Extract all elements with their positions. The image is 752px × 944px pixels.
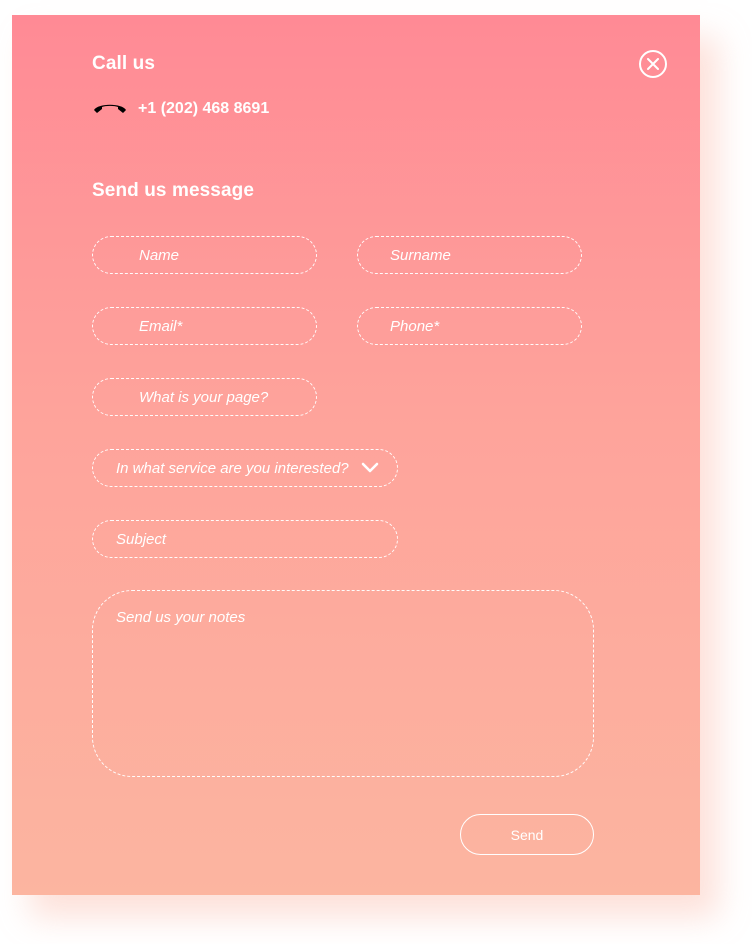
contact-panel: Call us +1 (202) 468 8691 Send us messag… (12, 15, 700, 895)
phone-row: +1 (202) 468 8691 (92, 99, 269, 119)
subject-input[interactable] (92, 520, 398, 558)
phone-number-link[interactable]: +1 (202) 468 8691 (138, 100, 269, 118)
phone-input[interactable] (357, 307, 582, 345)
send-button[interactable]: Send (460, 814, 594, 855)
phone-handset-icon (94, 104, 126, 113)
notes-textarea[interactable] (92, 590, 594, 777)
surname-input[interactable] (357, 236, 582, 274)
chevron-down-icon (361, 462, 379, 473)
name-input[interactable] (92, 236, 317, 274)
service-select-label: In what service are you interested? (116, 460, 349, 477)
send-message-title: Send us message (92, 180, 255, 201)
call-us-title: Call us (92, 53, 155, 74)
service-select[interactable]: In what service are you interested? (92, 449, 398, 487)
email-input[interactable] (92, 307, 317, 345)
page-input[interactable] (92, 378, 317, 416)
close-button[interactable] (639, 50, 667, 78)
close-icon (647, 58, 659, 70)
